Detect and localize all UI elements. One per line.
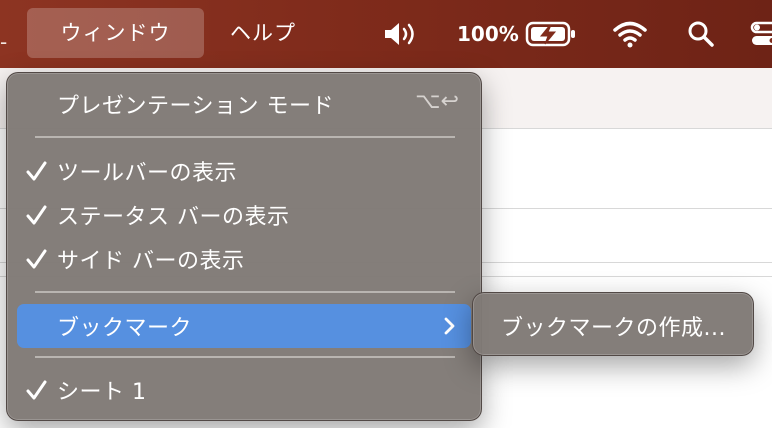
menu-item-label: サイド バーの表示 [57, 249, 245, 274]
checkmark-icon [25, 247, 47, 271]
menu-help[interactable]: ヘルプ [214, 8, 312, 58]
battery-status[interactable]: 100% [457, 14, 577, 54]
checkmark-icon [25, 378, 47, 402]
menu-item-label: ツールバーの表示 [57, 161, 238, 186]
menu-bar: - ウィンドウ ヘルプ 100% [0, 0, 772, 68]
menu-window[interactable]: ウィンドウ [27, 8, 204, 58]
window-menu-dropdown: プレゼンテーション モード ⌥↩ ツールバーの表示 ステータス バーの表示 サイ… [6, 72, 482, 421]
checkmark-icon [25, 159, 47, 183]
menu-separator [35, 136, 455, 138]
battery-charging-icon [525, 20, 577, 48]
menu-item-sheet-1[interactable]: シート 1 [17, 369, 471, 411]
shortcut-label: ⌥↩ [415, 89, 459, 114]
menu-separator [35, 356, 455, 358]
menu-item-label: ブックマーク [57, 316, 193, 341]
control-center-icon[interactable] [748, 14, 772, 54]
battery-percentage: 100% [457, 22, 519, 46]
shortcut-option-return: ⌥↩ [415, 89, 459, 114]
chevron-right-icon [443, 316, 457, 342]
menu-item-bookmarks[interactable]: ブックマーク [17, 304, 471, 348]
volume-icon[interactable] [382, 14, 424, 54]
bookmark-submenu: ブックマークの作成... [472, 292, 754, 356]
menu-item-label: シート 1 [57, 380, 147, 405]
menu-item-create-bookmark[interactable]: ブックマークの作成... [501, 310, 726, 342]
menu-separator [35, 291, 455, 293]
menu-item-presentation-mode[interactable]: プレゼンテーション モード ⌥↩ [17, 83, 471, 125]
menu-item-show-sidebar[interactable]: サイド バーの表示 [17, 238, 471, 280]
menu-item-label: ステータス バーの表示 [57, 205, 290, 230]
wifi-icon[interactable] [612, 14, 648, 54]
menu-item-show-toolbar[interactable]: ツールバーの表示 [17, 150, 471, 192]
menu-item-show-status-bar[interactable]: ステータス バーの表示 [17, 194, 471, 236]
checkmark-icon [25, 203, 47, 227]
menu-item-label: プレゼンテーション モード [57, 94, 335, 119]
search-icon[interactable] [686, 14, 716, 54]
menu-title-partial[interactable]: - [0, 30, 7, 54]
